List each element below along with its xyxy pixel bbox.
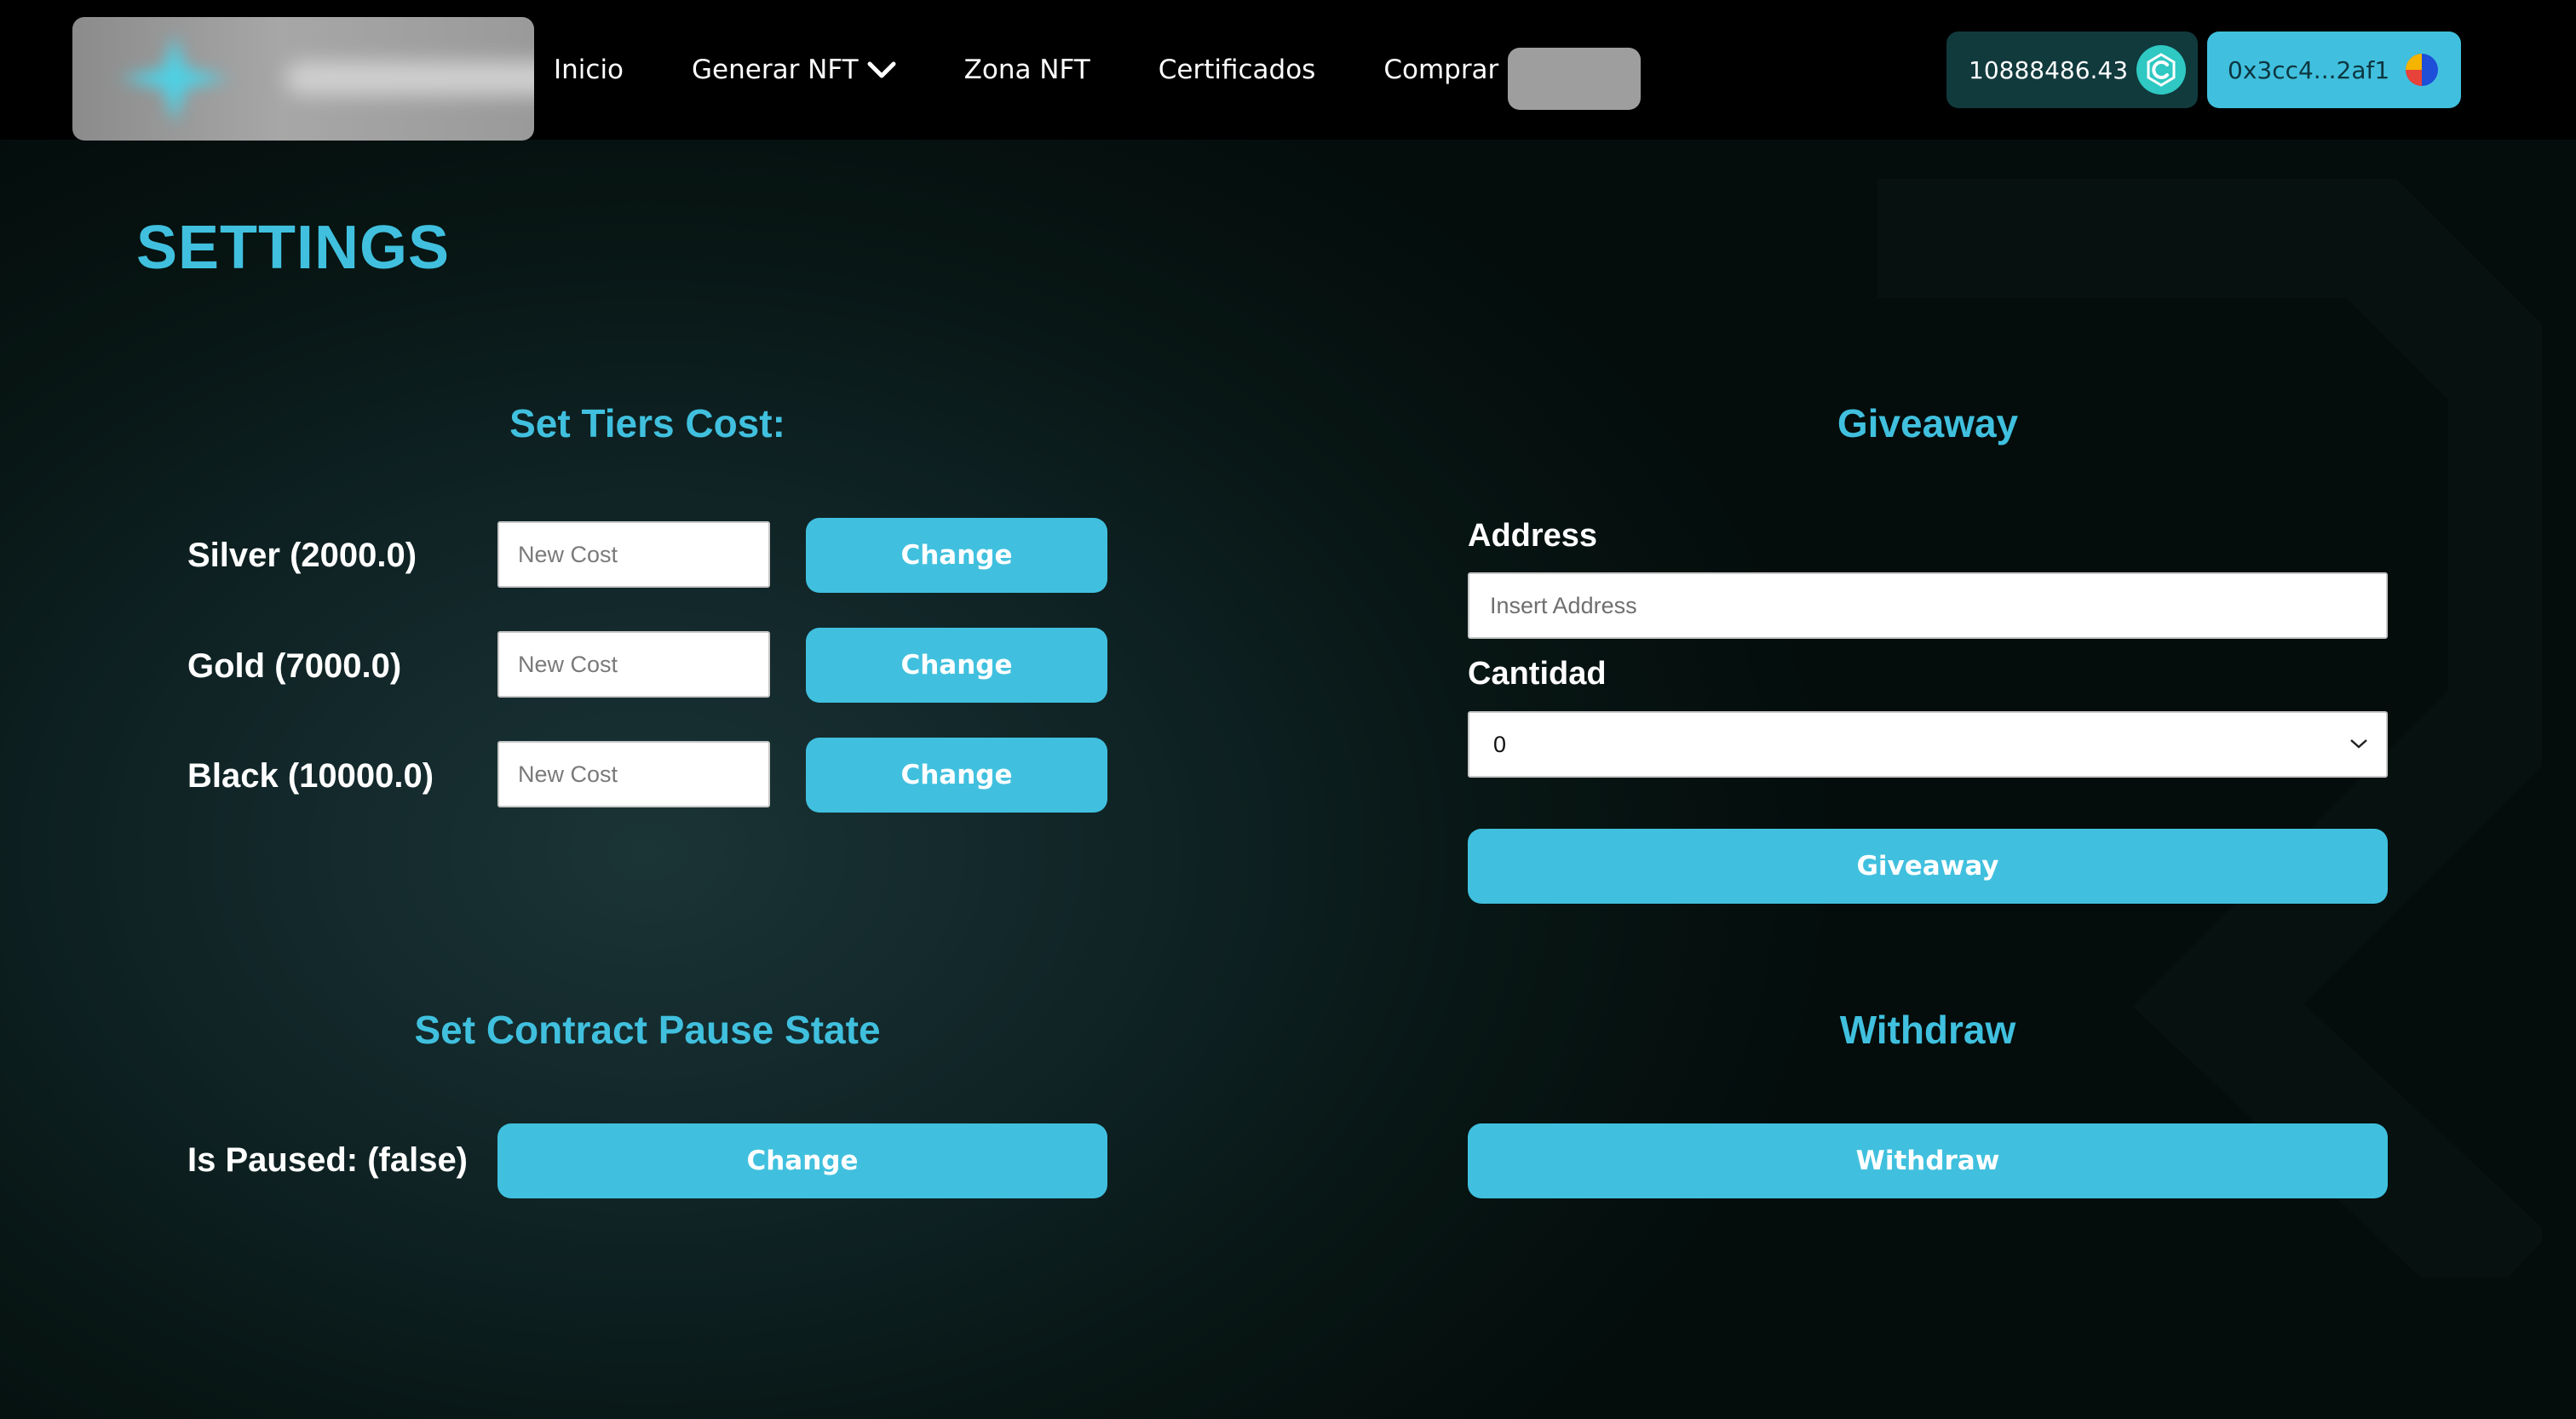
chevron-down-icon (867, 61, 896, 78)
giveaway-button[interactable]: Giveaway (1468, 829, 2388, 904)
wallet-avatar-icon (2406, 54, 2438, 86)
silver-change-button[interactable]: Change (806, 518, 1107, 593)
giveaway-section-title: Giveaway (1837, 401, 2019, 445)
nav-generar-nft-label: Generar NFT (692, 55, 859, 85)
logo-wordmark (285, 61, 534, 95)
tier-label-silver: Silver (2000.0) (187, 537, 417, 574)
giveaway-address-input[interactable] (1468, 572, 2388, 639)
wallet-button[interactable]: 0x3cc4...2af1 (2207, 32, 2461, 108)
pause-change-button[interactable]: Change (497, 1123, 1107, 1198)
withdraw-section-title: Withdraw (1839, 1008, 2016, 1052)
top-navbar: Inicio Generar NFT Zona NFT Certificados… (0, 0, 2576, 141)
page-title: SETTINGS (136, 214, 451, 282)
token-balance: 10888486.43 (1946, 32, 2198, 108)
nav-links: Inicio Generar NFT Zona NFT Certificados… (554, 0, 1524, 140)
nav-comprar-link[interactable]: Comprar $ (1383, 55, 1524, 85)
chevron-down-icon (2350, 739, 2367, 749)
token-c-icon (2136, 45, 2186, 95)
address-label: Address (1468, 518, 1598, 554)
balance-value: 10888486.43 (1969, 55, 2129, 84)
pause-section-title: Set Contract Pause State (414, 1008, 881, 1052)
tier-label-black: Black (10000.0) (187, 757, 434, 795)
black-change-button[interactable]: Change (806, 738, 1107, 813)
nav-certificados-link[interactable]: Certificados (1159, 55, 1316, 85)
tiers-section-title: Set Tiers Cost: (509, 401, 785, 445)
brand-logo[interactable] (72, 17, 534, 141)
is-paused-label: Is Paused: (false) (187, 1141, 469, 1179)
gold-cost-input[interactable] (497, 631, 770, 698)
gold-change-button[interactable]: Change (806, 628, 1107, 703)
nav-inicio-link[interactable]: Inicio (554, 55, 624, 85)
nav-zona-nft-link[interactable]: Zona NFT (964, 55, 1090, 85)
logo-star-icon (119, 34, 230, 124)
cantidad-selected-value: 0 (1493, 731, 1507, 757)
redacted-token-name (1508, 48, 1641, 110)
cantidad-select[interactable]: 0 (1468, 711, 2388, 778)
silver-cost-input[interactable] (497, 521, 770, 588)
black-cost-input[interactable] (497, 741, 770, 807)
nav-generar-nft-link[interactable]: Generar NFT (692, 55, 896, 85)
wallet-address: 0x3cc4...2af1 (2228, 55, 2390, 84)
tier-label-gold: Gold (7000.0) (187, 647, 402, 685)
cantidad-label: Cantidad (1468, 656, 1607, 692)
withdraw-button[interactable]: Withdraw (1468, 1123, 2388, 1198)
